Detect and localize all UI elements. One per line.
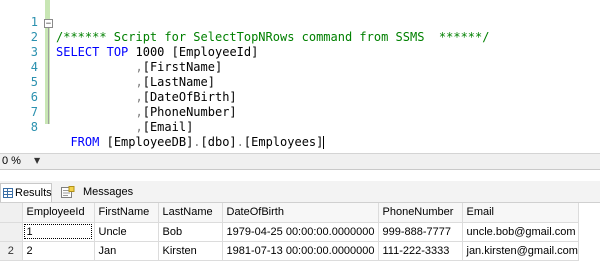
grid-icon <box>3 188 13 198</box>
results-grid[interactable]: EmployeeId FirstName LastName DateOfBirt… <box>0 203 600 277</box>
column-header[interactable]: LastName <box>158 203 223 223</box>
column-header[interactable]: Email <box>462 203 579 223</box>
code-line-4: 4 ,[LastName] <box>0 45 600 89</box>
table-identifier: [Employees] <box>243 135 324 149</box>
code-line-1: 1 /****** Script for SelectTopNRows comm… <box>0 0 600 44</box>
cell-last-name[interactable]: Bob <box>158 222 223 242</box>
row-number[interactable] <box>0 222 23 242</box>
code-line-3: 3 ,[FirstName] <box>0 30 600 74</box>
comma: , <box>135 120 143 134</box>
cell-phone-number[interactable]: 999-888-7777 <box>378 222 463 242</box>
cell-email[interactable]: jan.kirsten@gmail.com <box>462 241 579 261</box>
cell-employee-id[interactable]: 2 <box>22 241 95 261</box>
results-table: EmployeeId FirstName LastName DateOfBirt… <box>0 203 579 261</box>
database-identifier: [EmployeeDB] <box>106 135 194 149</box>
dot: . <box>193 135 201 149</box>
table-row[interactable]: 2 2 Jan Kirsten 1981-07-13 00:00:00.0000… <box>0 241 579 261</box>
cell-first-name[interactable]: Jan <box>94 241 159 261</box>
cell-date-of-birth[interactable]: 1979-04-25 00:00:00.0000000 <box>222 222 379 242</box>
column-header[interactable]: EmployeeId <box>22 203 95 223</box>
from-keyword: FROM <box>70 135 100 149</box>
editor-status-bar: 0 % ▼ <box>0 153 600 170</box>
column-header[interactable]: DateOfBirth <box>222 203 379 223</box>
cell-phone-number[interactable]: 111-222-3333 <box>378 241 463 261</box>
tab-messages-label: Messages <box>83 186 134 198</box>
text-cursor <box>323 136 325 149</box>
schema-identifier: [dbo] <box>200 135 237 149</box>
tab-results[interactable]: Results <box>0 183 52 202</box>
zoom-dropdown-icon[interactable]: ▼ <box>34 156 40 165</box>
tab-results-label: Results <box>15 187 52 199</box>
tab-messages[interactable]: Messages <box>55 183 135 202</box>
code-line-7: 7 ,[Email] <box>0 90 600 134</box>
zoom-level[interactable]: 0 % <box>2 155 21 167</box>
code-line-2: 2 SELECT TOP 1000 [EmployeeId] <box>0 15 600 59</box>
header-row: EmployeeId FirstName LastName DateOfBirt… <box>0 203 579 223</box>
cell-last-name[interactable]: Kirsten <box>158 241 223 261</box>
code-line-5: 5 ,[DateOfBirth] <box>0 60 600 104</box>
column-header[interactable]: FirstName <box>94 203 159 223</box>
cell-first-name[interactable]: Uncle <box>94 222 159 242</box>
line-number: 8 <box>30 120 38 134</box>
row-number[interactable]: 2 <box>0 241 23 261</box>
corner-cell[interactable] <box>0 203 23 223</box>
code-line-8: 8 FROM [EmployeeDB].[dbo].[Employees] <box>0 105 600 149</box>
cell-date-of-birth[interactable]: 1981-07-13 00:00:00.0000000 <box>222 241 379 261</box>
code-line-6: 6 ,[PhoneNumber] <box>0 75 600 119</box>
messages-icon <box>61 186 75 198</box>
cell-email[interactable]: uncle.bob@gmail.com <box>462 222 579 242</box>
table-row[interactable]: 1 Uncle Bob 1979-04-25 00:00:00.0000000 … <box>0 222 579 242</box>
cell-employee-id[interactable]: 1 <box>22 222 95 242</box>
column-identifier: [Email] <box>142 120 194 134</box>
query-editor[interactable]: 1 /****** Script for SelectTopNRows comm… <box>0 0 600 153</box>
results-tab-strip: Results Messages <box>0 181 600 203</box>
dot: . <box>236 135 244 149</box>
column-header[interactable]: PhoneNumber <box>378 203 463 223</box>
